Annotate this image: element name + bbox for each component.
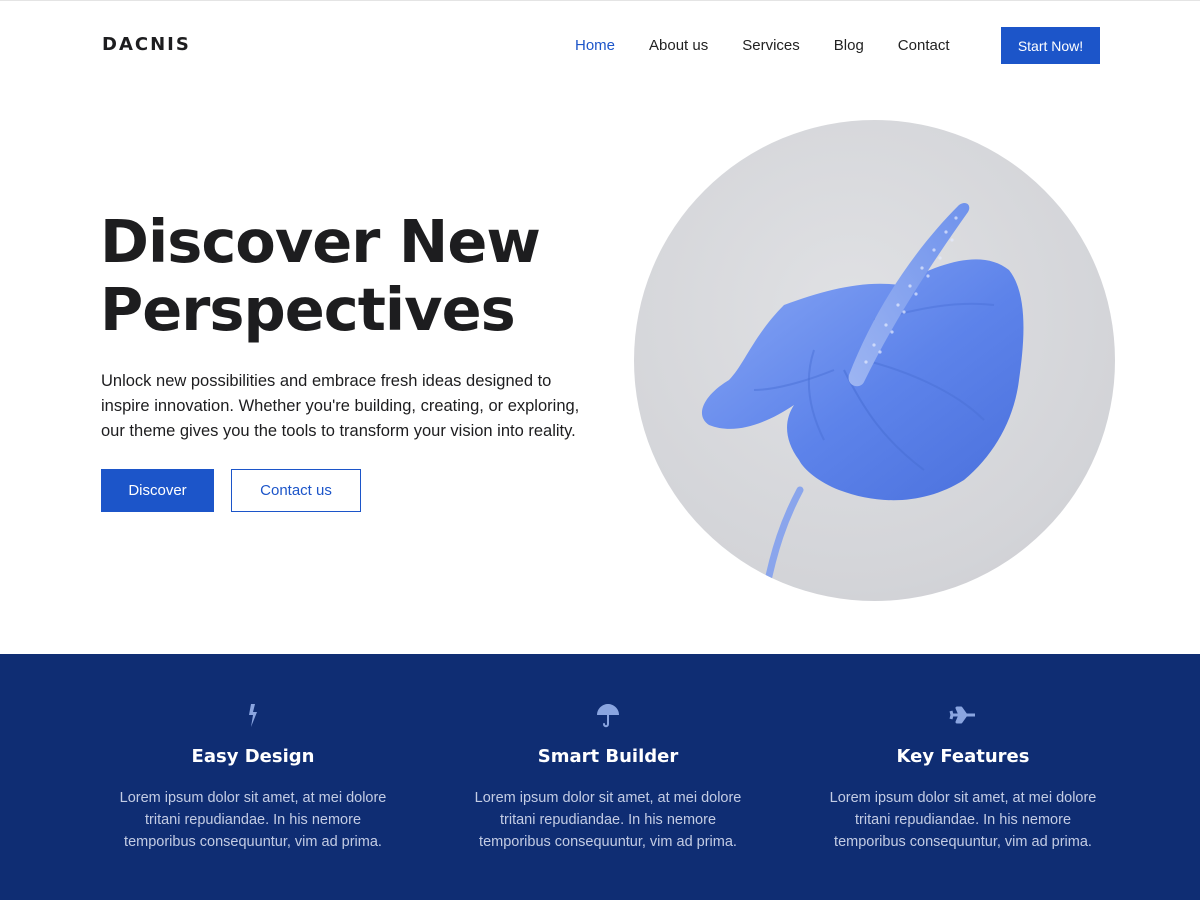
hero-title-line-2: Perspectives [100,275,516,344]
feature-description: Lorem ipsum dolor sit amet, at mei dolor… [829,790,1097,850]
umbrella-icon [597,704,619,728]
contact-us-button[interactable]: Contact us [231,469,361,512]
nav-item-about-us[interactable]: About us [649,37,708,54]
start-now-button[interactable]: Start Now! [1001,27,1100,64]
feature-title: Key Features [896,746,1030,767]
nav-item-home[interactable]: Home [575,37,615,54]
hero-description: Unlock new possibilities and embrace fre… [101,372,580,440]
anthurium-flower-illustration [701,202,1024,594]
discover-button[interactable]: Discover [101,469,214,512]
main-nav: Home About us Services Blog Contact [575,37,984,54]
nav-item-blog[interactable]: Blog [834,37,864,54]
feature-title: Smart Builder [537,746,679,767]
hero-title: Discover New Perspectives [100,208,620,344]
site-logo[interactable]: DACNIS [102,34,191,55]
feature-title: Easy Design [191,746,315,767]
hero-title-line-1: Discover New [100,207,541,276]
nav-item-services[interactable]: Services [742,37,800,54]
feature-description: Lorem ipsum dolor sit amet, at mei dolor… [474,790,742,850]
site-header: DACNIS Home About us Services Blog Conta… [0,0,1200,90]
nav-item-contact[interactable]: Contact [898,37,950,54]
features-section: Easy Design Lorem ipsum dolor sit amet, … [0,654,1200,900]
lightning-icon [249,704,257,727]
feature-description: Lorem ipsum dolor sit amet, at mei dolor… [119,790,387,850]
hero-flower-image [634,120,1115,601]
plane-icon [949,706,975,724]
